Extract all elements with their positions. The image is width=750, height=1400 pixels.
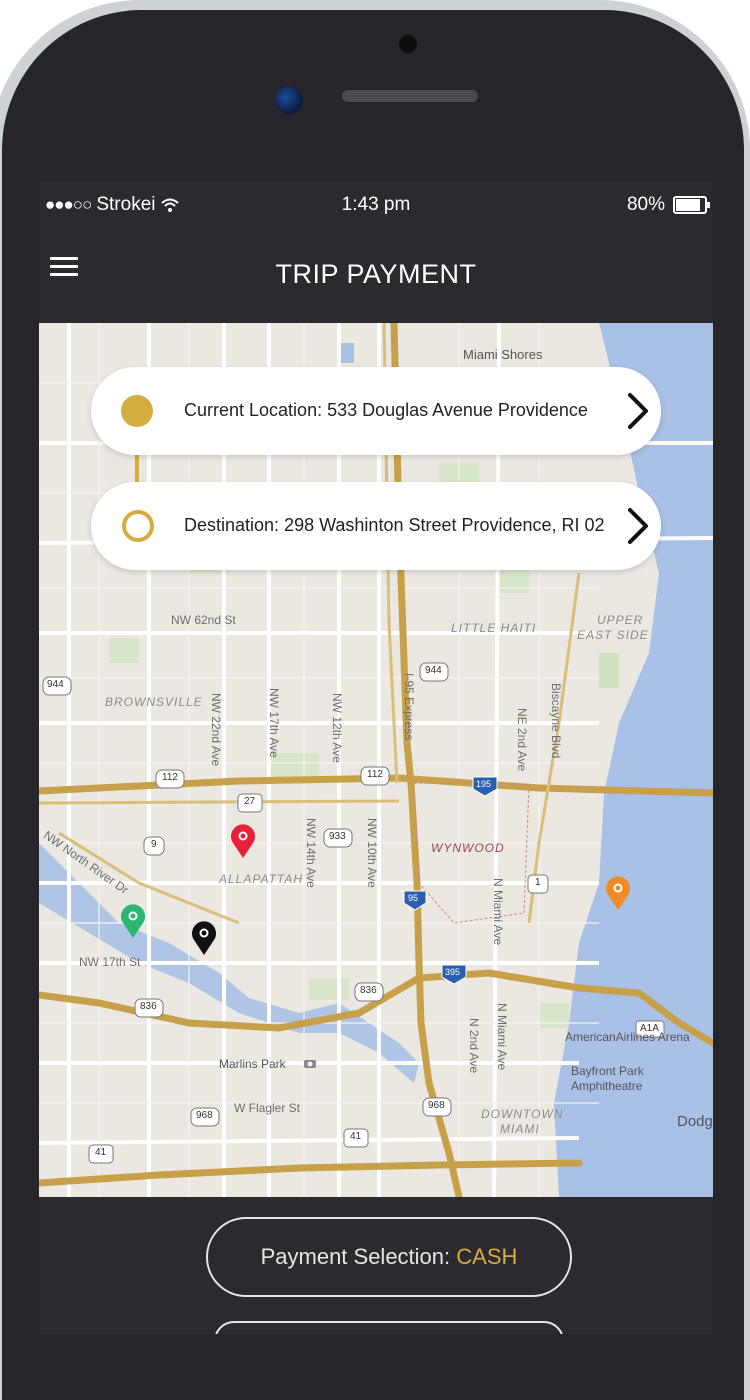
chevron-right-icon[interactable]: [625, 506, 651, 546]
status-time: 1:43 pm: [341, 194, 411, 215]
map-label: ALLAPATTAH: [219, 872, 304, 886]
app-screen: ●●●○○ Strokei 1:43 pm 80% TRIP PAYMENT M…: [39, 181, 713, 1334]
route-shield: 944: [47, 679, 64, 690]
route-shield: 836: [360, 985, 377, 996]
page-title: TRIP PAYMENT: [275, 259, 477, 289]
proximity-sensor-icon: [275, 86, 303, 114]
map-pin-black-icon[interactable]: [191, 920, 217, 956]
map-label: UPPER: [597, 613, 644, 627]
route-shield: A1A: [640, 1023, 659, 1034]
map-label: NW 10th Ave: [365, 818, 379, 888]
payment-selection-value: CASH: [456, 1244, 518, 1269]
route-shield: 836: [140, 1001, 157, 1012]
route-shield: 1: [535, 877, 541, 888]
current-location-text: Current Location: 533 Douglas Avenue Pro…: [184, 400, 588, 420]
nav-bar: TRIP PAYMENT: [39, 227, 713, 323]
secondary-button[interactable]: [214, 1321, 564, 1334]
route-shield: 968: [196, 1110, 213, 1121]
route-shield: 95: [408, 893, 419, 903]
current-location-card[interactable]: Current Location: 533 Douglas Avenue Pro…: [91, 367, 661, 455]
map-label: NW 14th Ave: [304, 818, 318, 888]
front-camera-icon: [399, 35, 417, 53]
map-pin-orange-icon[interactable]: [605, 875, 631, 911]
map-pin-green-icon[interactable]: [120, 903, 146, 939]
map-label: I-95 Express: [402, 673, 416, 741]
map-label: N 2nd Ave: [467, 1018, 481, 1074]
route-shield: 112: [367, 769, 383, 780]
map-label: NW 22nd Ave: [209, 693, 223, 767]
route-shield: 41: [95, 1147, 107, 1158]
route-shield: 968: [428, 1100, 445, 1111]
earpiece-speaker-icon: [342, 90, 478, 102]
payment-selection-button[interactable]: Payment Selection: CASH: [206, 1217, 572, 1297]
map-label: NW 62nd St: [171, 613, 236, 627]
origin-dot-icon: [121, 395, 153, 427]
status-right: 80%: [626, 194, 710, 216]
route-shield: 195: [476, 779, 492, 789]
map-label: NE 2nd Ave: [515, 708, 529, 772]
map-label: MIAMI: [500, 1122, 540, 1136]
destination-dot-icon: [122, 510, 154, 542]
map-label: NW 12th Ave: [330, 693, 344, 763]
map-label: WYNWOOD: [431, 841, 505, 855]
route-shield: 41: [350, 1131, 362, 1142]
chevron-right-icon[interactable]: [625, 391, 651, 431]
map-label: AmericanAirlines Arena: [565, 1030, 690, 1044]
map-label: DOWNTOWN: [481, 1107, 564, 1121]
battery-percentage: 80%: [626, 194, 665, 215]
route-shield: 112: [162, 772, 178, 783]
route-shield: 933: [329, 831, 346, 842]
camera-poi-icon: [304, 1060, 316, 1068]
map-label: Biscayne Blvd: [549, 683, 563, 759]
map-pin-red-icon[interactable]: [230, 823, 256, 859]
map-label: Marlins Park: [219, 1057, 286, 1071]
route-shield: 944: [425, 665, 442, 676]
map-label: NW 17th Ave: [267, 688, 281, 758]
destination-card[interactable]: Destination: 298 Washinton Street Provid…: [91, 482, 661, 570]
map-label: EAST SIDE: [577, 628, 649, 642]
route-shield: 9: [151, 839, 157, 850]
map-label: LITTLE HAITI: [451, 621, 537, 635]
map-label: NW 17th St: [79, 955, 141, 969]
route-shield: 27: [244, 796, 256, 807]
battery-icon: [673, 196, 710, 214]
map-label: Bayfront Park: [571, 1064, 644, 1078]
route-shield: 395: [445, 967, 461, 977]
map-label: BROWNSVILLE: [105, 695, 203, 709]
map-label: N Miami Ave: [495, 1003, 509, 1071]
map-label: W Flagler St: [234, 1101, 301, 1115]
destination-text: Destination: 298 Washinton Street Provid…: [184, 515, 605, 535]
map-label: N Miami Ave: [491, 878, 505, 946]
payment-selection-label: Payment Selection:: [260, 1244, 457, 1269]
map-label: Miami Shores: [463, 347, 543, 362]
bottom-panel: Payment Selection: CASH: [39, 1197, 713, 1334]
map-label: Dodg: [677, 1113, 713, 1130]
map-label: Amphitheatre: [571, 1079, 643, 1093]
status-bar: ●●●○○ Strokei 1:43 pm 80%: [39, 181, 713, 227]
